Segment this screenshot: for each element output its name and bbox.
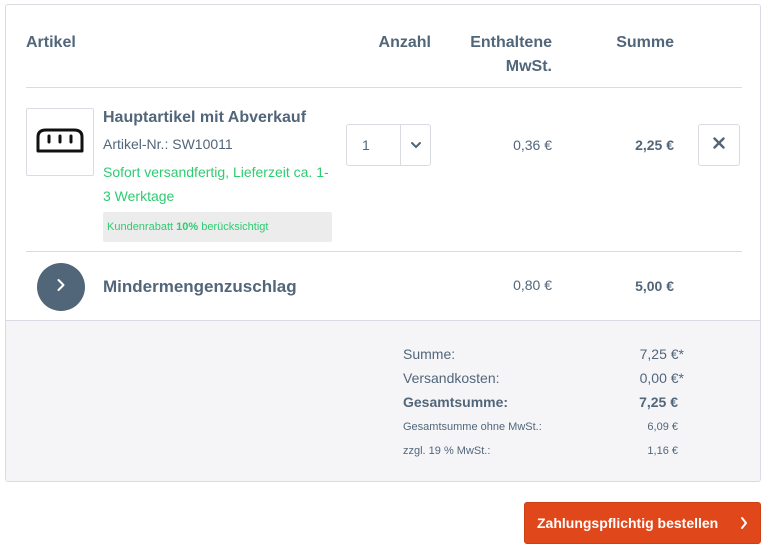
chevron-right-icon: [56, 278, 66, 297]
chevron-down-icon: [400, 125, 430, 165]
summary-gesamt-label: Gesamtsumme:: [403, 394, 509, 410]
discount-prefix: Kundenrabatt: [107, 221, 177, 233]
summary-summe-value: 7,25 €*: [639, 346, 684, 362]
summary-netto-value: 6,09 €: [647, 421, 678, 433]
column-header-anzahl: Anzahl: [378, 34, 431, 51]
summary-gesamt-value: 7,25 €: [639, 394, 678, 410]
item-total: 2,25 €: [635, 137, 674, 153]
surcharge-icon-circle: [37, 263, 85, 311]
product-image[interactable]: [26, 108, 94, 176]
delivery-status: Sofort versandfertig, Lieferzeit ca. 1-3…: [103, 164, 329, 204]
chevron-right-icon: [740, 516, 748, 533]
product-name-link[interactable]: Hauptartikel mit Abverkauf: [103, 109, 306, 127]
discount-suffix: berücksichtigt: [198, 221, 269, 233]
bread-icon: [32, 127, 88, 158]
column-header-mwst-line2: MwSt.: [505, 58, 552, 75]
discount-badge: Kundenrabatt 10% berücksichtigt: [103, 212, 332, 242]
order-summary: Summe: 7,25 €* Versandkosten: 0,00 €* Ge…: [6, 320, 760, 481]
surcharge-vat: 0,80 €: [513, 277, 552, 293]
column-header-mwst-line1: Enthaltene: [470, 34, 552, 51]
header-divider: [26, 87, 742, 88]
checkout-button[interactable]: Zahlungspflichtig bestellen: [524, 502, 761, 544]
surcharge-label: Mindermengenzuschlag: [103, 277, 297, 296]
quantity-select[interactable]: 1: [346, 124, 431, 166]
surcharge-total: 5,00 €: [635, 278, 674, 294]
close-icon: [713, 136, 725, 154]
column-header-summe: Summe: [616, 34, 674, 51]
column-header-mwst: Enthaltene MwSt.: [446, 31, 552, 79]
item-vat: 0,36 €: [513, 137, 552, 153]
checkout-label: Zahlungspflichtig bestellen: [537, 515, 719, 531]
column-header-artikel: Artikel: [26, 34, 76, 51]
summary-netto-label: Gesamtsumme ohne MwSt.:: [403, 421, 542, 433]
discount-value: 10%: [176, 221, 199, 233]
summary-mwst-label: zzgl. 19 % MwSt.:: [403, 445, 491, 457]
summary-mwst-value: 1,16 €: [647, 445, 678, 457]
summary-summe-label: Summe:: [403, 346, 456, 362]
cart-panel: Artikel Anzahl Enthaltene MwSt. Summe Ha…: [5, 4, 761, 482]
quantity-value: 1: [362, 137, 370, 153]
product-sku: Artikel-Nr.: SW10011: [103, 136, 233, 152]
summary-versand-value: 0,00 €*: [639, 370, 684, 386]
remove-item-button[interactable]: [698, 124, 740, 166]
row-divider: [26, 251, 742, 252]
summary-versand-label: Versandkosten:: [403, 370, 500, 386]
